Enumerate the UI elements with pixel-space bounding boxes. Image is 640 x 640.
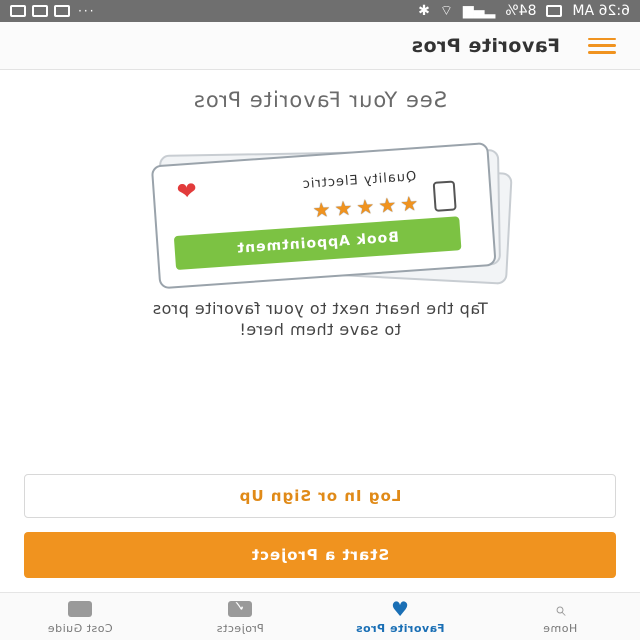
star-icon: ★ <box>399 191 419 217</box>
bottom-nav: ⌕ Home ♥ Favorite Pros Projects Cost Gui… <box>0 592 640 640</box>
pro-card: Quality Electric ★ ★ ★ ★ ★ ❤ Book Appoin… <box>150 142 497 290</box>
nav-favorite-pros-label: Favorite Pros <box>355 621 445 635</box>
login-signup-button[interactable]: Log In or Sign Up <box>24 474 616 518</box>
headline: See Your Favorite Pros <box>192 88 448 112</box>
rating-stars: ★ ★ ★ ★ ★ <box>311 191 419 223</box>
more-dots-icon: ··· <box>76 4 94 18</box>
page-title: Favorite Pros <box>411 34 560 57</box>
info-line-1: Tap the heart next to your favorite pros <box>152 299 488 318</box>
checkbox-icon <box>228 599 252 619</box>
message-icon <box>32 5 48 17</box>
image-icon <box>54 5 70 17</box>
nav-home[interactable]: ⌕ Home <box>480 593 640 640</box>
pro-name: Quality Electric <box>301 169 417 193</box>
status-bar: 6:26 AM 84% ▂▄▆ ⌔ ✱ ··· <box>0 0 640 22</box>
bluetooth-icon: ✱ <box>418 3 430 19</box>
book-appointment-button: Book Appointment <box>173 216 462 271</box>
status-time: 6:26 AM <box>572 3 630 19</box>
plug-icon <box>432 180 457 212</box>
info-text: Tap the heart next to your favorite pros… <box>0 298 640 340</box>
status-left: 6:26 AM 84% ▂▄▆ ⌔ ✱ <box>418 2 630 20</box>
heart-icon: ❤ <box>175 176 198 206</box>
nav-home-label: Home <box>542 621 578 635</box>
nav-cost-guide-label: Cost Guide <box>47 621 113 635</box>
battery-percent: 84% <box>505 3 537 19</box>
mail-icon <box>10 5 26 17</box>
star-icon: ★ <box>311 197 332 223</box>
favorite-pros-illustration: Quality Electric ★ ★ ★ ★ ★ ❤ Book Appoin… <box>118 136 522 290</box>
star-icon: ★ <box>355 194 376 220</box>
nav-projects-label: Projects <box>216 621 264 635</box>
nav-projects[interactable]: Projects <box>160 593 320 640</box>
heart-icon: ♥ <box>391 596 409 621</box>
app-bar: Favorite Pros <box>0 22 640 70</box>
nav-cost-guide[interactable]: Cost Guide <box>0 593 160 640</box>
search-icon: ⌕ <box>554 596 566 621</box>
nav-favorite-pros[interactable]: ♥ Favorite Pros <box>320 593 480 640</box>
start-project-button[interactable]: Start a Project <box>24 532 616 578</box>
signal-icon: ▂▄▆ <box>463 3 496 19</box>
star-icon: ★ <box>377 192 398 218</box>
star-icon: ★ <box>333 195 354 221</box>
tag-icon <box>68 599 92 619</box>
menu-icon[interactable] <box>588 37 616 54</box>
info-line-2: to save them here! <box>238 320 402 339</box>
sd-card-icon <box>546 5 563 17</box>
screen: 6:26 AM 84% ▂▄▆ ⌔ ✱ ··· Favorite Pros Se… <box>0 0 640 640</box>
wifi-icon: ⌔ <box>439 3 454 19</box>
status-right: ··· <box>10 4 93 18</box>
